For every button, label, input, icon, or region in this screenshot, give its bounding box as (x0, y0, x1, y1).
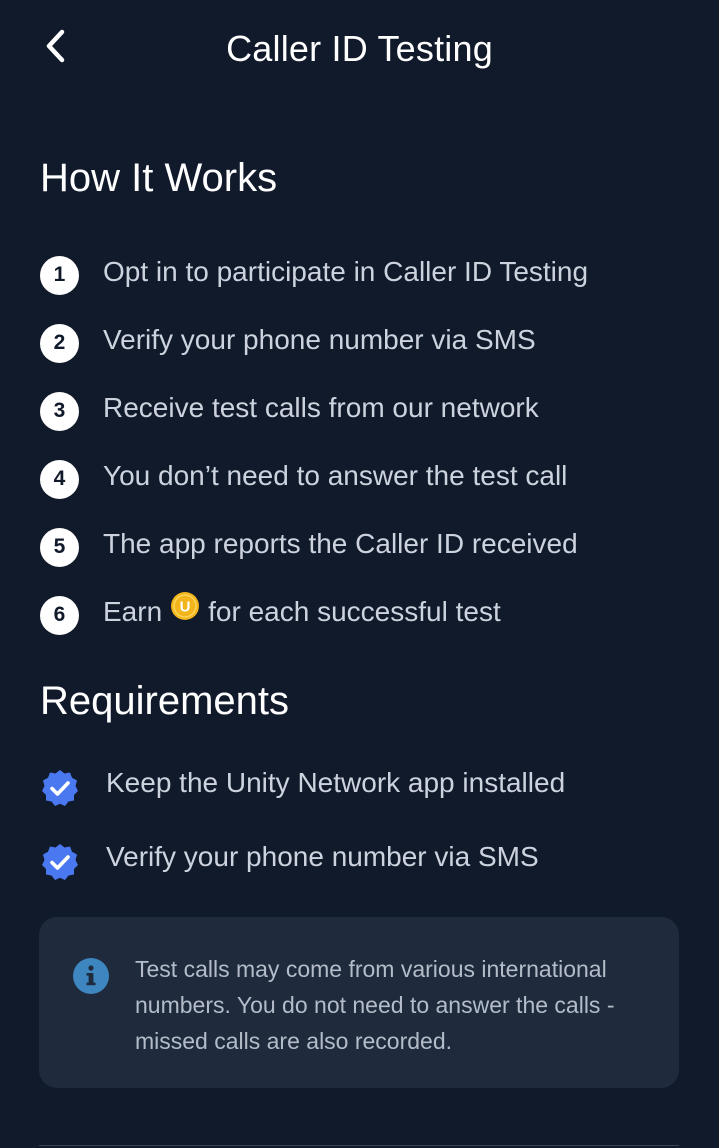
step-item: 4 You don’t need to answer the test call (40, 442, 690, 510)
step-item: 5 The app reports the Caller ID received (40, 510, 690, 578)
how-it-works-heading: How It Works (40, 156, 278, 200)
requirements-heading: Requirements (40, 679, 290, 723)
coin-letter: U (180, 599, 191, 616)
step-text: Receive test calls from our network (103, 392, 539, 423)
requirement-item: Keep the Unity Network app installed (40, 746, 690, 820)
bottom-divider (39, 1145, 679, 1146)
step-number-badge: 1 (40, 255, 79, 295)
info-card: Test calls may come from various interna… (39, 917, 679, 1088)
step-number-badge: 6 (40, 595, 79, 635)
step-number-badge: 3 (40, 391, 79, 431)
step-text: The app reports the Caller ID received (103, 528, 578, 559)
step-text: Verify your phone number via SMS (103, 324, 536, 355)
step-number-badge: 5 (40, 527, 79, 567)
info-text: Test calls may come from various interna… (135, 956, 615, 1054)
requirements-list: Keep the Unity Network app installed Ver… (40, 746, 690, 894)
check-badge-icon (40, 842, 80, 882)
step-text: Opt in to participate in Caller ID Testi… (103, 256, 589, 287)
unity-coin-icon: U (170, 591, 200, 621)
check-badge-icon (40, 768, 80, 808)
requirement-text: Keep the Unity Network app installed (106, 767, 566, 798)
steps-list: 1 Opt in to participate in Caller ID Tes… (40, 238, 690, 646)
step-item: 2 Verify your phone number via SMS (40, 306, 690, 374)
step-number-badge: 4 (40, 459, 79, 499)
requirement-item: Verify your phone number via SMS (40, 820, 690, 894)
step-item: 3 Receive test calls from our network (40, 374, 690, 442)
step-text-after: for each successful test (208, 596, 501, 627)
requirement-text: Verify your phone number via SMS (106, 841, 539, 872)
step-number-badge: 2 (40, 323, 79, 363)
step-item: 6 Earn U for each successful test (40, 578, 690, 646)
step-text: Earn U for each successful test (103, 592, 501, 628)
info-icon (72, 957, 110, 995)
page-title: Caller ID Testing (226, 28, 493, 69)
app-header: Caller ID Testing (0, 0, 719, 100)
step-text-before: Earn (103, 596, 163, 627)
step-item: 1 Opt in to participate in Caller ID Tes… (40, 238, 690, 306)
step-text: You don’t need to answer the test call (103, 460, 568, 491)
